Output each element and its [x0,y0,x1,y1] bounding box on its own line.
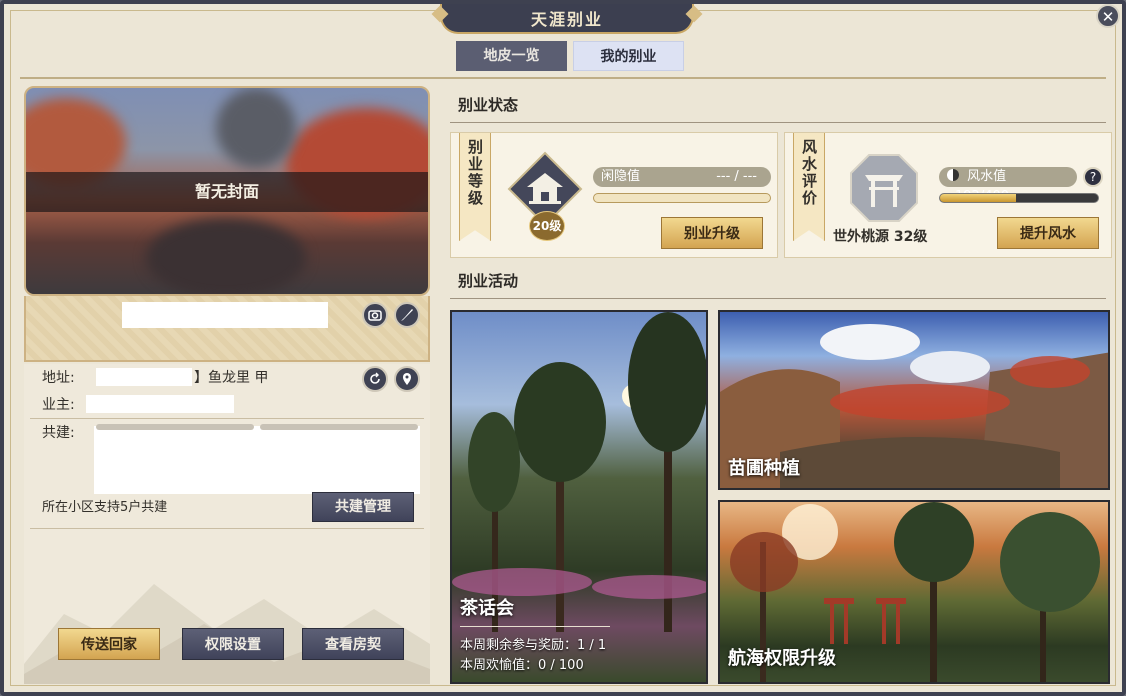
villa-level-card: 别业等级 20级 闲隐值 --- / --- 别业升级 [450,132,778,258]
nursery-card[interactable]: 苗圃种植 [718,310,1110,490]
fengshui-label: 风水值 [967,169,1007,184]
tea-party-reward: 本周剩余参与奖励：1 / 1 [460,638,607,653]
idle-label: 闲隐值 [601,169,641,184]
fengshui-ribbon-text: 风水评价 [800,139,818,207]
cover-placeholder-text: 暂无封面 [26,172,428,212]
fengshui-help-icon[interactable]: ? [1083,167,1103,187]
activity-section-title: 别业活动 [458,272,519,290]
fengshui-upgrade-button[interactable]: 提升风水 [997,217,1099,249]
villa-profile-panel: 暂无封面 地址: 】鱼龙里 甲 业主: 共建: 所在小区支持5户共建 共建管理 … [22,84,434,684]
villa-level-ribbon: 别业等级 [459,133,491,241]
cover-image[interactable]: 暂无封面 [24,86,430,296]
tea-party-joy: 本周欢愉值：0 / 100 [460,658,584,673]
fengshui-name: 世外桃源 32级 [833,229,928,245]
fengshui-progress-fill [940,194,1016,202]
villa-level-badge: 20级 [529,211,565,241]
landscape-decoration [24,584,430,684]
fengshui-ribbon: 风水评价 [793,133,825,241]
cobuild-manage-button[interactable]: 共建管理 [312,492,414,522]
idle-value-pill: 闲隐值 --- / --- [593,167,771,187]
idle-value: --- / --- [716,169,757,184]
cobuild-list [94,426,420,494]
tab-land-overview[interactable]: 地皮一览 [456,41,567,71]
divider [20,77,1106,79]
divider [460,626,610,627]
close-icon[interactable]: ✕ [1096,4,1120,28]
gate-icon [849,153,919,223]
owner-label: 业主: [42,397,75,413]
idle-progress-bar [593,193,771,203]
cobuild-slot[interactable] [260,424,418,430]
view-deed-button[interactable]: 查看房契 [302,628,404,660]
fengshui-pill: 风水值 192/400 [939,167,1077,204]
villa-name-field[interactable] [122,302,328,328]
yin-yang-icon [947,169,959,181]
owner-redacted [86,395,234,413]
villa-name-strip [24,296,430,362]
divider [30,418,424,419]
cobuild-note: 所在小区支持5户共建 [42,500,168,515]
cover-blob [146,218,306,294]
teleport-home-button[interactable]: 传送回家 [58,628,160,660]
villa-upgrade-button[interactable]: 别业升级 [661,217,763,249]
sailing-card[interactable]: 航海权限升级 [718,500,1110,684]
tab-my-villa[interactable]: 我的别业 [573,41,684,71]
fengshui-progress-bar [939,193,1099,203]
cover-blob [216,88,296,168]
permissions-button[interactable]: 权限设置 [182,628,284,660]
refresh-icon[interactable] [362,366,388,392]
nursery-title: 苗圃种植 [728,458,800,479]
brush-icon[interactable] [394,302,420,328]
sailing-title: 航海权限升级 [728,648,836,669]
tea-party-title: 茶话会 [460,598,514,619]
cobuild-slot[interactable] [96,424,254,430]
divider [450,298,1106,299]
window-title: 天涯别业 [440,4,694,34]
divider [30,528,424,529]
fengshui-card: 风水评价 世外桃源 32级 风水值 192/400 ? 提升风水 [784,132,1112,258]
address-redacted [96,368,192,386]
camera-icon[interactable] [362,302,388,328]
villa-level-ribbon-text: 别业等级 [466,139,484,207]
address-label: 地址: [42,370,75,386]
window-title-text: 天涯别业 [530,10,603,29]
status-section-title: 别业状态 [458,96,519,114]
forest-scene [452,312,706,632]
villa-info: 地址: 】鱼龙里 甲 业主: 共建: 所在小区支持5户共建 共建管理 传送回家 … [24,364,430,684]
address-value: 】鱼龙里 甲 [194,370,269,386]
divider [450,122,1106,123]
tab-bar: 地皮一览 我的别业 [456,41,684,71]
tea-party-card[interactable]: 茶话会 本周剩余参与奖励：1 / 1 本周欢愉值：0 / 100 [450,310,708,684]
location-icon[interactable] [394,366,420,392]
cobuild-label: 共建: [42,425,75,441]
villa-window: 天涯别业 ✕ 地皮一览 我的别业 暂无封面 地址: 】鱼龙里 甲 业主: 共建:… [0,0,1126,696]
